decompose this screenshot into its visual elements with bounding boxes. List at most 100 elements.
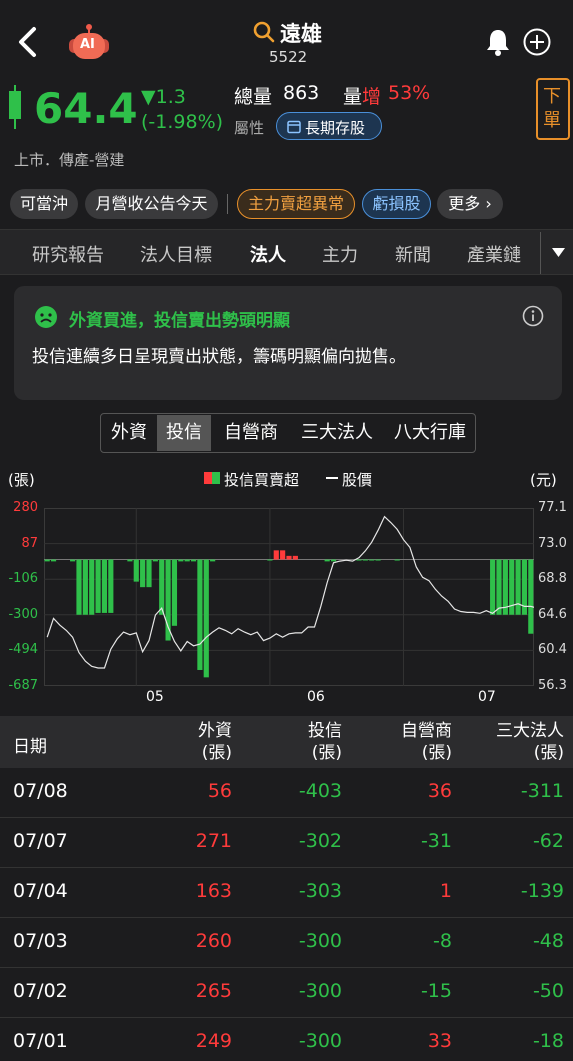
back-button[interactable] bbox=[12, 24, 42, 60]
cell-value: -300 bbox=[298, 980, 342, 1002]
total-volume: 863 bbox=[283, 82, 320, 104]
tab-main-force[interactable]: 主力 bbox=[322, 241, 358, 267]
tab-news[interactable]: 新聞 bbox=[395, 241, 431, 267]
table-row[interactable]: 07/08 56 -403 36 -311 bbox=[0, 768, 573, 818]
bar-sell bbox=[203, 559, 209, 678]
cell-value: 33 bbox=[427, 1030, 452, 1052]
bar-sell bbox=[324, 559, 330, 562]
bar-sell bbox=[82, 559, 88, 615]
chip-monthly-revenue[interactable]: 月營收公告今天 bbox=[85, 189, 218, 219]
attribute-tag[interactable]: 長期存股 bbox=[276, 112, 382, 140]
price-change-pct: (-1.98%) bbox=[141, 111, 224, 133]
cell-value: -139 bbox=[520, 880, 564, 902]
caret-down-icon bbox=[552, 248, 565, 257]
tab-research[interactable]: 研究報告 bbox=[32, 241, 104, 267]
chart-frame bbox=[44, 508, 534, 686]
header-date: 日期 bbox=[13, 737, 47, 757]
tab-institutional[interactable]: 法人 bbox=[250, 241, 286, 267]
chip-divider bbox=[227, 194, 228, 214]
bar-sell bbox=[146, 559, 152, 588]
cell-value: 271 bbox=[195, 830, 232, 852]
info-icon[interactable] bbox=[522, 305, 544, 327]
order-button-label: 下單 bbox=[543, 86, 561, 131]
bar-sell bbox=[267, 559, 273, 561]
bar-sell bbox=[44, 559, 50, 562]
cell-value: 265 bbox=[195, 980, 232, 1002]
bar-sell bbox=[528, 559, 534, 634]
bar-sell bbox=[70, 559, 76, 562]
search-stock-title[interactable]: 遠雄 5522 bbox=[250, 18, 330, 68]
cell-date: 07/03 bbox=[13, 930, 68, 952]
cell-value: -300 bbox=[298, 930, 342, 952]
chip-more[interactable]: 更多 › bbox=[437, 189, 503, 219]
segment-foreign[interactable]: 外資 bbox=[102, 415, 156, 451]
tab-dropdown-button[interactable] bbox=[540, 232, 573, 274]
bar-sell bbox=[178, 559, 184, 562]
legend-bar-swatch bbox=[204, 472, 212, 484]
header-foreign: 外資 (張) bbox=[198, 721, 232, 763]
bar-sell bbox=[394, 559, 400, 561]
y-right-tick: 73.0 bbox=[538, 536, 567, 551]
bar-sell bbox=[140, 559, 146, 588]
legend-line-swatch bbox=[326, 477, 338, 479]
cell-value: 163 bbox=[195, 880, 232, 902]
bar-sell bbox=[101, 559, 108, 613]
chip-loss-stock[interactable]: 虧損股 bbox=[362, 189, 431, 219]
segment-trust[interactable]: 投信 bbox=[157, 415, 211, 451]
order-button[interactable]: 下單 bbox=[536, 78, 570, 140]
bar-sell bbox=[496, 559, 502, 615]
tab-target[interactable]: 法人目標 bbox=[140, 241, 212, 267]
legend-bar-swatch-green bbox=[212, 472, 220, 484]
bar-sell bbox=[171, 559, 178, 626]
cell-date: 07/01 bbox=[13, 1030, 68, 1052]
bar-buy bbox=[280, 550, 286, 560]
table-row[interactable]: 07/03 260 -300 -8 -48 bbox=[0, 918, 573, 968]
y-left-tick: 87 bbox=[21, 536, 38, 551]
chip-day-trade[interactable]: 可當沖 bbox=[10, 189, 78, 219]
bar-sell bbox=[369, 559, 375, 561]
bar-sell bbox=[356, 559, 362, 561]
ai-robot-button[interactable]: AI bbox=[66, 24, 112, 62]
bar-sell bbox=[50, 559, 57, 562]
table-row[interactable]: 07/04 163 -303 1 -139 bbox=[0, 868, 573, 918]
trust-net-chart bbox=[44, 508, 534, 686]
cell-value: -302 bbox=[298, 830, 342, 852]
chip-major-sell[interactable]: 主力賣超異常 bbox=[237, 189, 355, 219]
bar-sell bbox=[159, 559, 165, 615]
cell-date: 07/08 bbox=[13, 780, 68, 802]
add-watchlist-button[interactable] bbox=[522, 27, 552, 57]
table-row[interactable]: 07/01 249 -300 33 -18 bbox=[0, 1018, 573, 1061]
cell-date: 07/07 bbox=[13, 830, 68, 852]
segment-dealer[interactable]: 自營商 bbox=[213, 415, 289, 451]
alert-card: 外資買進，投信賣出勢頭明顯 投信連續多日呈現賣出狀態，籌碼明顯偏向拋售。 bbox=[14, 286, 562, 400]
x-month-label: 05 bbox=[146, 689, 164, 705]
stock-code: 5522 bbox=[269, 48, 308, 66]
table-row[interactable]: 07/07 271 -302 -31 -62 bbox=[0, 818, 573, 868]
y-right-tick: 68.8 bbox=[538, 571, 567, 586]
cell-value: -15 bbox=[420, 980, 452, 1002]
header-three-institutions: 三大法人 (張) bbox=[496, 721, 564, 763]
volume-label: 量 bbox=[343, 86, 363, 108]
price-change: ▼1.3 bbox=[141, 86, 186, 108]
x-month-label: 07 bbox=[478, 689, 496, 705]
bar-buy bbox=[286, 555, 292, 560]
notification-button[interactable] bbox=[484, 27, 512, 57]
y-left-tick: -687 bbox=[8, 678, 38, 693]
calendar-icon bbox=[287, 120, 301, 134]
bar-sell bbox=[330, 559, 337, 562]
price-line bbox=[46, 515, 534, 669]
table-row[interactable]: 07/02 265 -300 -15 -50 bbox=[0, 968, 573, 1018]
bar-buy bbox=[292, 555, 298, 560]
segment-three-institutions[interactable]: 三大法人 bbox=[290, 415, 384, 451]
tab-supply-chain[interactable]: 產業鏈 bbox=[467, 241, 521, 267]
y-left-tick: -494 bbox=[8, 642, 38, 657]
search-icon bbox=[253, 21, 275, 43]
candle-icon bbox=[7, 85, 23, 129]
cell-value: -8 bbox=[433, 930, 452, 952]
segment-eight-banks[interactable]: 八大行庫 bbox=[385, 415, 475, 451]
sad-face-icon bbox=[35, 306, 57, 328]
x-month-label: 06 bbox=[307, 689, 325, 705]
cell-value: 260 bbox=[195, 930, 232, 952]
chevron-left-icon bbox=[19, 27, 36, 57]
bar-sell bbox=[127, 559, 133, 562]
